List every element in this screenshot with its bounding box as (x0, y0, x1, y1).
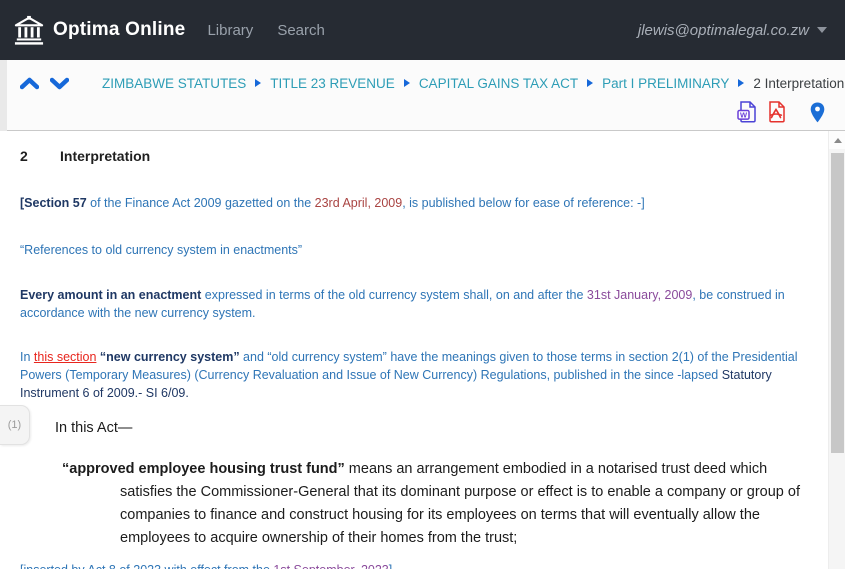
doc-paragraph-definitions-ref: In this section “new currency system” an… (20, 348, 805, 402)
doc-paragraph-amendment-note: [inserted by Act 8 of 2023 with effect f… (20, 561, 805, 569)
date-text: 31st January, 2009 (587, 288, 692, 302)
section-heading: 2Interpretation (20, 148, 805, 164)
doc-paragraph-finance-act-note: [Section 57 of the Finance Act 2009 gaze… (20, 194, 805, 212)
location-pin-button[interactable] (810, 102, 825, 123)
doc-paragraph-quote-heading: “References to old currency system in en… (20, 241, 805, 259)
scroll-up-arrow-icon (834, 138, 842, 143)
section-title: Interpretation (60, 148, 150, 164)
subsection-margin-tab[interactable]: (1) (0, 405, 30, 445)
section-ref: [Section 57 (20, 196, 87, 210)
doc-paragraph-definition: “approved employee housing trust fund” m… (20, 458, 805, 550)
nav-item-library[interactable]: Library (207, 22, 253, 39)
date-text: 23rd April, 2009 (315, 196, 403, 210)
emphasis-text: Every amount in an enactment (20, 288, 201, 302)
breadcrumb-item-part-i-preliminary[interactable]: Part I PRELIMINARY (602, 76, 729, 91)
user-email: jlewis@optimalegal.co.zw (638, 22, 809, 39)
next-section-button[interactable] (46, 73, 72, 93)
breadcrumb: ZIMBABWE STATUTES TITLE 23 REVENUE CAPIT… (102, 76, 844, 91)
breadcrumb-row: ZIMBABWE STATUTES TITLE 23 REVENUE CAPIT… (16, 73, 844, 93)
breadcrumb-item-capital-gains-tax-act[interactable]: CAPITAL GAINS TAX ACT (419, 76, 578, 91)
breadcrumb-separator-icon (587, 79, 593, 87)
user-menu[interactable]: jlewis@optimalegal.co.zw (638, 0, 827, 60)
breadcrumb-separator-icon (404, 79, 410, 87)
document-pane: 2Interpretation [Section 57 of the Finan… (0, 131, 828, 569)
scroll-up-button[interactable] (829, 131, 845, 149)
document-body: 2Interpretation [Section 57 of the Finan… (0, 148, 828, 569)
app-header: Optima Online Library Search jlewis@opti… (0, 0, 845, 60)
this-section-link[interactable]: this section (34, 350, 97, 364)
section-number: 2 (20, 148, 60, 164)
word-file-icon: W (737, 101, 757, 123)
brand-title: Optima Online (53, 19, 185, 41)
chevron-down-icon (50, 77, 69, 90)
chevron-up-icon (20, 77, 39, 90)
svg-text:W: W (740, 111, 748, 120)
main-nav: Library Search (207, 22, 324, 39)
breadcrumb-current: 2 Interpretation (753, 76, 844, 91)
bank-logo-icon (14, 15, 44, 45)
breadcrumb-separator-icon (255, 79, 261, 87)
caret-down-icon (817, 27, 827, 33)
pdf-export-button[interactable] (766, 101, 786, 123)
subheader-bar: ZIMBABWE STATUTES TITLE 23 REVENUE CAPIT… (0, 60, 845, 131)
breadcrumb-item-title-23-revenue[interactable]: TITLE 23 REVENUE (270, 76, 395, 91)
word-export-button[interactable]: W (737, 101, 757, 123)
date-text: 1st September, 2023 (273, 563, 388, 569)
subsection-marker: (1) (8, 419, 21, 431)
breadcrumb-item-zimbabwe-statutes[interactable]: ZIMBABWE STATUTES (102, 76, 246, 91)
doc-paragraph-in-this-act: In this Act— (55, 417, 805, 440)
nav-item-search[interactable]: Search (277, 22, 325, 39)
pdf-file-icon (766, 101, 786, 123)
location-pin-icon (810, 102, 825, 123)
previous-section-button[interactable] (16, 73, 42, 93)
scrollbar-thumb[interactable] (831, 153, 844, 453)
defined-term: “approved employee housing trust fund” (62, 461, 345, 477)
export-toolbar: W (728, 101, 825, 123)
doc-paragraph-currency-rule: Every amount in an enactment expressed i… (20, 286, 805, 322)
defined-term: “new currency system” (100, 350, 240, 364)
brand-home-link[interactable]: Optima Online (14, 15, 185, 45)
vertical-scrollbar[interactable] (828, 131, 845, 569)
breadcrumb-separator-icon (738, 79, 744, 87)
